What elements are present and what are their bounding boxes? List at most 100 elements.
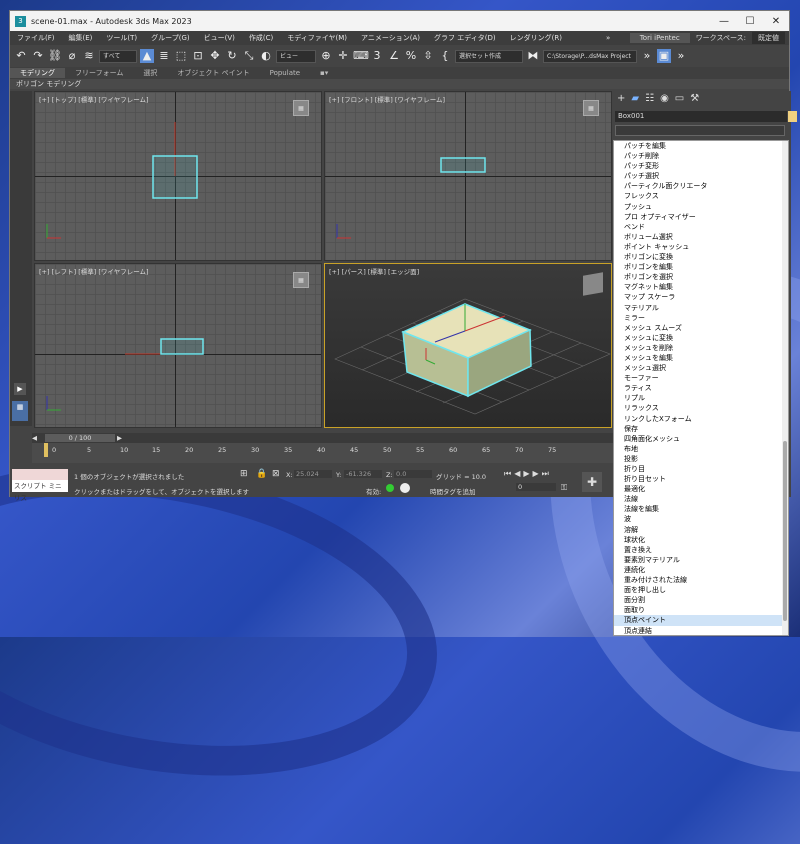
x-coordinate[interactable]: 25.024 <box>294 470 332 478</box>
perspective-scene[interactable] <box>325 264 612 428</box>
create-tab-icon[interactable]: + <box>617 94 625 104</box>
tab-object-paint[interactable]: オブジェクト ペイント <box>167 68 259 78</box>
z-coordinate[interactable]: 0.0 <box>394 470 432 478</box>
modifier-list-item[interactable]: パッチ選択 <box>614 171 788 181</box>
modifier-list-item[interactable]: パーティクル面クリエータ <box>614 181 788 191</box>
menu-rendering[interactable]: レンダリング(R) <box>503 33 569 43</box>
modify-tab-icon[interactable]: ▰ <box>631 94 639 104</box>
redo-icon[interactable]: ↷ <box>31 49 45 63</box>
modifier-list-item[interactable]: 面分割 <box>614 595 788 605</box>
modifier-list-item[interactable]: 面取り <box>614 605 788 615</box>
modifier-list-item[interactable]: フレックス <box>614 191 788 201</box>
modifier-list-item[interactable]: 法線を編集 <box>614 504 788 514</box>
menu-graph-editors[interactable]: グラフ エディタ(D) <box>427 33 503 43</box>
track-bar[interactable]: 0 5 10 15 20 25 30 35 40 45 50 55 60 65 … <box>32 443 613 463</box>
modifier-list-item[interactable]: 法線 <box>614 494 788 504</box>
time-slider[interactable]: ◀ 0 / 100 ▶ <box>32 433 613 443</box>
object-name-field[interactable]: Box001 <box>615 111 797 122</box>
toolbar-more-icon[interactable]: » <box>640 49 654 63</box>
mirror-icon[interactable]: ⧓ <box>526 49 540 63</box>
menu-more-button[interactable]: » <box>599 34 617 42</box>
tab-selection[interactable]: 選択 <box>133 68 167 78</box>
add-time-tag[interactable]: 時間タグを追加 <box>430 486 476 496</box>
modifier-list-item[interactable]: 置き換え <box>614 545 788 555</box>
next-frame-button[interactable]: ▶ <box>117 434 122 442</box>
modifier-list-item[interactable]: パッチ変形 <box>614 161 788 171</box>
modifier-list-item[interactable]: ベンド <box>614 222 788 232</box>
reference-coord-dropdown[interactable]: ビュー <box>276 49 316 63</box>
motion-tab-icon[interactable]: ◉ <box>660 94 669 104</box>
dropdown-scrollbar[interactable] <box>782 141 788 635</box>
modifier-list-item[interactable]: ポリゴンを選択 <box>614 272 788 282</box>
viewport-left[interactable]: [+] [レフト] [標準] [ワイヤフレーム] ▦ <box>34 263 322 428</box>
tab-freeform[interactable]: フリーフォーム <box>65 68 133 78</box>
percent-snap-icon[interactable]: % <box>404 49 418 63</box>
modifier-list-item[interactable]: メッシュ選択 <box>614 363 788 373</box>
spinner-snap-icon[interactable]: ⇳ <box>421 49 435 63</box>
menu-file[interactable]: ファイル(F) <box>10 33 62 43</box>
modifier-list-item[interactable]: プロ オプティマイザー <box>614 212 788 222</box>
menu-create[interactable]: 作成(C) <box>242 33 280 43</box>
project-folder-dropdown[interactable]: C:\Storage\P...dsMax Project <box>543 49 637 63</box>
modifier-list-item[interactable]: 球状化 <box>614 535 788 545</box>
maxscript-listener[interactable]: スクリプト ミニ リス <box>12 480 68 502</box>
user-account[interactable]: Tori iPentec <box>629 33 690 43</box>
modifier-list-item[interactable]: ミラー <box>614 313 788 323</box>
placement-icon[interactable]: ◐ <box>259 49 273 63</box>
maximize-button[interactable]: ☐ <box>737 16 763 27</box>
workspace-dropdown[interactable]: 既定値 <box>752 32 785 44</box>
box-front-view[interactable] <box>325 92 612 261</box>
scale-icon[interactable]: ⤡ <box>242 49 256 63</box>
modifier-list-item[interactable]: 折り目 <box>614 464 788 474</box>
rotate-icon[interactable]: ↻ <box>225 49 239 63</box>
utilities-tab-icon[interactable]: ⚒ <box>690 94 699 104</box>
menu-animation[interactable]: アニメーション(A) <box>354 33 427 43</box>
ribbon-panel-label[interactable]: ポリゴン モデリング <box>10 79 789 89</box>
menu-edit[interactable]: 編集(E) <box>62 33 100 43</box>
modifier-list-item[interactable]: パッチを編集 <box>614 141 788 151</box>
isolate-icon[interactable]: ⊞ <box>240 469 248 479</box>
modifier-list-item[interactable]: 折り目セット <box>614 474 788 484</box>
ribbon-options-icon[interactable]: ▪▾ <box>310 69 338 77</box>
modifier-list-item[interactable]: リラックス <box>614 403 788 413</box>
menu-view[interactable]: ビュー(V) <box>197 33 242 43</box>
abs-mode-icon[interactable]: ⊠ <box>272 469 280 479</box>
modifier-list-item[interactable]: 四角面化メッシュ <box>614 434 788 444</box>
display-tab-icon[interactable]: ▭ <box>675 94 684 104</box>
move-icon[interactable]: ✥ <box>208 49 222 63</box>
toolbar-overflow-icon[interactable]: » <box>674 49 688 63</box>
modifier-list-item[interactable]: 溶解 <box>614 525 788 535</box>
modifier-list-item[interactable]: 連続化 <box>614 565 788 575</box>
modifier-list-item[interactable]: 要素別マテリアル <box>614 555 788 565</box>
modifier-list-item[interactable]: メッシュ スムーズ <box>614 323 788 333</box>
time-cursor[interactable] <box>44 443 48 457</box>
unlink-icon[interactable]: ⌀ <box>65 49 79 63</box>
modifier-list-item[interactable]: 最適化 <box>614 484 788 494</box>
tab-modeling[interactable]: モデリング <box>10 68 65 78</box>
link-icon[interactable]: ⛓ <box>48 49 62 63</box>
hierarchy-tab-icon[interactable]: ☷ <box>645 94 654 104</box>
viewport-front[interactable]: [+] [フロント] [標準] [ワイヤフレーム] ▦ <box>324 91 612 261</box>
modifier-list-item[interactable]: 布地 <box>614 444 788 454</box>
scrollbar-thumb[interactable] <box>783 441 787 621</box>
viewport-layout-icon[interactable]: ▦ <box>12 401 28 421</box>
modifier-list-item[interactable]: マテリアル <box>614 303 788 313</box>
menu-group[interactable]: グループ(G) <box>144 33 196 43</box>
menu-modifiers[interactable]: モディファイヤ(M) <box>280 33 354 43</box>
modifier-list-item[interactable]: 保存 <box>614 424 788 434</box>
play-viewport-icon[interactable]: ▶ <box>14 383 26 395</box>
window-crossing-icon[interactable]: ⊡ <box>191 49 205 63</box>
modifier-list-item[interactable]: プッシュ <box>614 202 788 212</box>
modifier-list-item[interactable]: マップ スケーラ <box>614 292 788 302</box>
select-by-name-icon[interactable]: ≣ <box>157 49 171 63</box>
box-top-view[interactable] <box>35 92 322 261</box>
modifier-list-item[interactable]: 頂点連結 <box>614 626 788 636</box>
viewport-perspective[interactable]: [+] [パース] [標準] [エッジ面] <box>324 263 612 428</box>
select-manipulate-icon[interactable]: ✛ <box>336 49 350 63</box>
modifier-list-item[interactable]: メッシュに変換 <box>614 333 788 343</box>
rect-selection-icon[interactable]: ⬚ <box>174 49 188 63</box>
modifier-list-item[interactable]: ラティス <box>614 383 788 393</box>
modifier-list-item[interactable]: 投影 <box>614 454 788 464</box>
menu-tools[interactable]: ツール(T) <box>99 33 144 43</box>
keyboard-shortcut-icon[interactable]: ⌨ <box>353 49 369 63</box>
